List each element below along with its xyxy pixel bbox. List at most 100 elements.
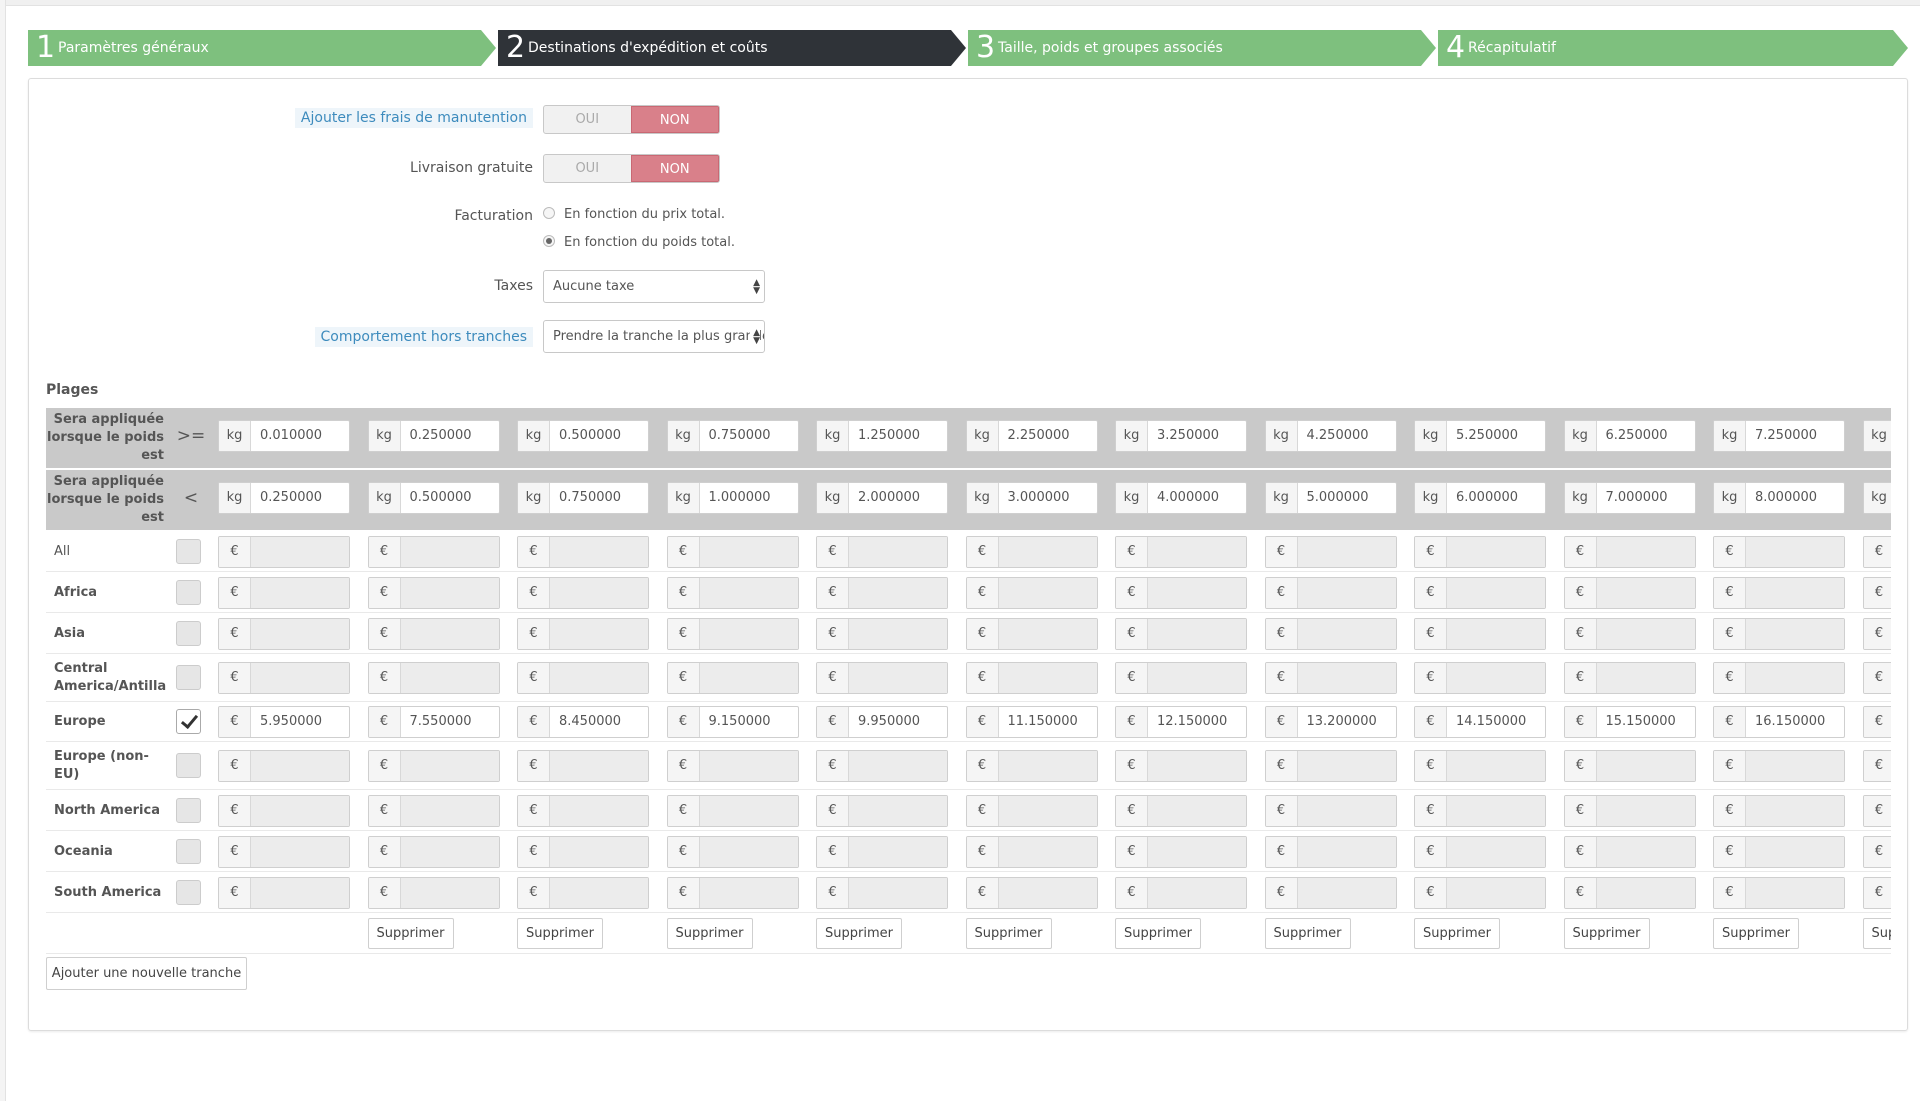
zone-price-input[interactable]: € xyxy=(1563,576,1696,609)
zone-price-input[interactable]: € xyxy=(666,576,799,609)
zone-price-input[interactable]: € xyxy=(1862,617,1891,650)
zone-price-input[interactable]: € xyxy=(218,536,350,568)
zone-price-input[interactable]: € xyxy=(1563,794,1696,827)
zone-price-input[interactable]: € xyxy=(1713,794,1845,827)
zone-price-input[interactable]: € xyxy=(218,617,350,650)
zone-price-input[interactable]: € xyxy=(1713,536,1845,568)
zone-price-input[interactable]: € xyxy=(1264,835,1397,868)
zone-price-input[interactable]: € xyxy=(517,662,649,694)
delete-range-button[interactable]: Supprimer xyxy=(816,918,902,949)
zone-price-input[interactable]: € xyxy=(1563,750,1696,782)
zone-price-input[interactable]: € xyxy=(218,576,350,609)
add-range-button[interactable]: Ajouter une nouvelle tranche xyxy=(46,957,247,990)
zone-price-input[interactable]: € xyxy=(666,750,799,782)
range-to-input[interactable]: kg 5.000000 xyxy=(1264,482,1397,514)
zone-price-input[interactable]: € xyxy=(1414,835,1546,868)
zone-price-input[interactable]: € xyxy=(1862,794,1891,827)
zone-price-input[interactable]: € xyxy=(517,876,649,909)
zone-price-input[interactable]: € xyxy=(666,662,799,694)
zone-price-input[interactable]: € xyxy=(1862,876,1891,909)
toggle-no[interactable]: NON xyxy=(630,106,719,133)
delete-range-button[interactable]: Supprimer xyxy=(1115,918,1201,949)
zone-price-input[interactable]: € xyxy=(517,835,649,868)
zone-price-input[interactable]: € xyxy=(218,794,350,827)
zone-price-input[interactable]: € xyxy=(1713,876,1845,909)
zone-price-input[interactable]: € xyxy=(965,536,1098,568)
zone-price-input[interactable]: € xyxy=(1264,576,1397,609)
range-to-input[interactable]: kg 4.000000 xyxy=(1115,482,1247,514)
zone-price-input[interactable]: € xyxy=(1264,536,1397,568)
zone-price-input[interactable]: € xyxy=(1414,536,1546,568)
zone-checkbox[interactable] xyxy=(176,838,201,864)
zone-price-input[interactable]: € xyxy=(666,617,799,650)
range-from-input[interactable]: kg 0.750000 xyxy=(666,420,799,452)
zone-price-input[interactable]: € xyxy=(816,750,948,782)
toggle-yes[interactable]: OUI xyxy=(544,155,631,182)
zone-price-input[interactable]: € xyxy=(1862,662,1891,694)
zone-price-input[interactable]: € xyxy=(1264,876,1397,909)
zone-price-input[interactable]: € xyxy=(1563,536,1696,568)
zone-price-input[interactable]: €8.450000 xyxy=(517,706,649,738)
zone-price-input[interactable]: € xyxy=(517,794,649,827)
taxes-select[interactable]: Aucune taxe ▲ ▼ xyxy=(543,270,765,303)
range-from-input[interactable]: kg xyxy=(1862,420,1891,452)
zone-price-input[interactable]: € xyxy=(1862,706,1891,738)
zone-price-input[interactable]: € xyxy=(218,835,350,868)
zone-price-input[interactable]: € xyxy=(1862,576,1891,609)
zone-price-input[interactable]: € xyxy=(1563,662,1696,694)
zone-price-input[interactable]: € xyxy=(517,617,649,650)
radio-icon[interactable] xyxy=(543,235,555,247)
zone-price-input[interactable]: € xyxy=(666,876,799,909)
delete-range-button[interactable]: Supprimer xyxy=(1264,918,1351,949)
zone-checkbox[interactable] xyxy=(176,620,201,646)
zone-price-input[interactable]: € xyxy=(816,662,948,694)
step-4[interactable]: 4 Récapitulatif xyxy=(1438,30,1908,66)
zone-price-input[interactable]: € xyxy=(1115,536,1247,568)
range-from-input[interactable]: kg 0.250000 xyxy=(367,420,500,452)
zone-price-input[interactable]: € xyxy=(1563,876,1696,909)
zone-price-input[interactable]: € xyxy=(1414,617,1546,650)
range-to-input[interactable]: kg 1.000000 xyxy=(666,482,799,514)
zone-price-input[interactable]: € xyxy=(367,617,500,650)
billing-option-weight[interactable]: En fonction du poids total. xyxy=(543,235,735,250)
delete-range-button[interactable]: Supprimer xyxy=(367,918,454,949)
free-shipping-toggle[interactable]: OUI NON xyxy=(543,154,720,183)
zone-price-input[interactable]: € xyxy=(1713,835,1845,868)
zone-price-input[interactable]: € xyxy=(1115,662,1247,694)
zone-price-input[interactable]: € xyxy=(1264,617,1397,650)
zone-price-input[interactable]: € xyxy=(1414,662,1546,694)
range-to-input[interactable]: kg 6.000000 xyxy=(1414,482,1546,514)
range-to-input[interactable]: kg 0.500000 xyxy=(367,482,500,514)
zone-price-input[interactable]: € xyxy=(965,835,1098,868)
zone-price-input[interactable]: €13.200000 xyxy=(1264,706,1397,738)
zone-price-input[interactable]: € xyxy=(367,750,500,782)
step-3[interactable]: 3 Taille, poids et groupes associés xyxy=(968,30,1436,66)
zone-price-input[interactable]: € xyxy=(1414,876,1546,909)
range-to-input[interactable]: kg 0.750000 xyxy=(517,482,649,514)
range-from-input[interactable]: kg 5.250000 xyxy=(1414,420,1546,452)
zone-checkbox[interactable] xyxy=(176,797,201,823)
zone-price-input[interactable]: € xyxy=(1115,576,1247,609)
zone-price-input[interactable]: € xyxy=(1563,835,1696,868)
zone-price-input[interactable]: € xyxy=(1115,835,1247,868)
zone-price-input[interactable]: € xyxy=(1414,794,1546,827)
zone-price-input[interactable]: € xyxy=(218,662,350,694)
zone-price-input[interactable]: €15.150000 xyxy=(1563,706,1696,738)
zone-price-input[interactable]: € xyxy=(1414,576,1546,609)
range-from-input[interactable]: kg 3.250000 xyxy=(1115,420,1247,452)
toggle-yes[interactable]: OUI xyxy=(544,106,631,133)
range-from-input[interactable]: kg 1.250000 xyxy=(816,420,948,452)
zone-price-input[interactable]: €11.150000 xyxy=(965,706,1098,738)
zone-price-input[interactable]: € xyxy=(965,617,1098,650)
zone-price-input[interactable]: € xyxy=(1862,536,1891,568)
range-to-input[interactable]: kg 3.000000 xyxy=(965,482,1098,514)
zone-price-input[interactable]: € xyxy=(1414,750,1546,782)
zone-price-input[interactable]: € xyxy=(367,835,500,868)
zone-price-input[interactable]: €16.150000 xyxy=(1713,706,1845,738)
zone-price-input[interactable]: € xyxy=(367,662,500,694)
zone-price-input[interactable]: € xyxy=(816,794,948,827)
zone-price-input[interactable]: € xyxy=(816,576,948,609)
zone-price-input[interactable]: € xyxy=(1264,794,1397,827)
zone-price-input[interactable]: € xyxy=(367,576,500,609)
zone-price-input[interactable]: € xyxy=(1862,750,1891,782)
